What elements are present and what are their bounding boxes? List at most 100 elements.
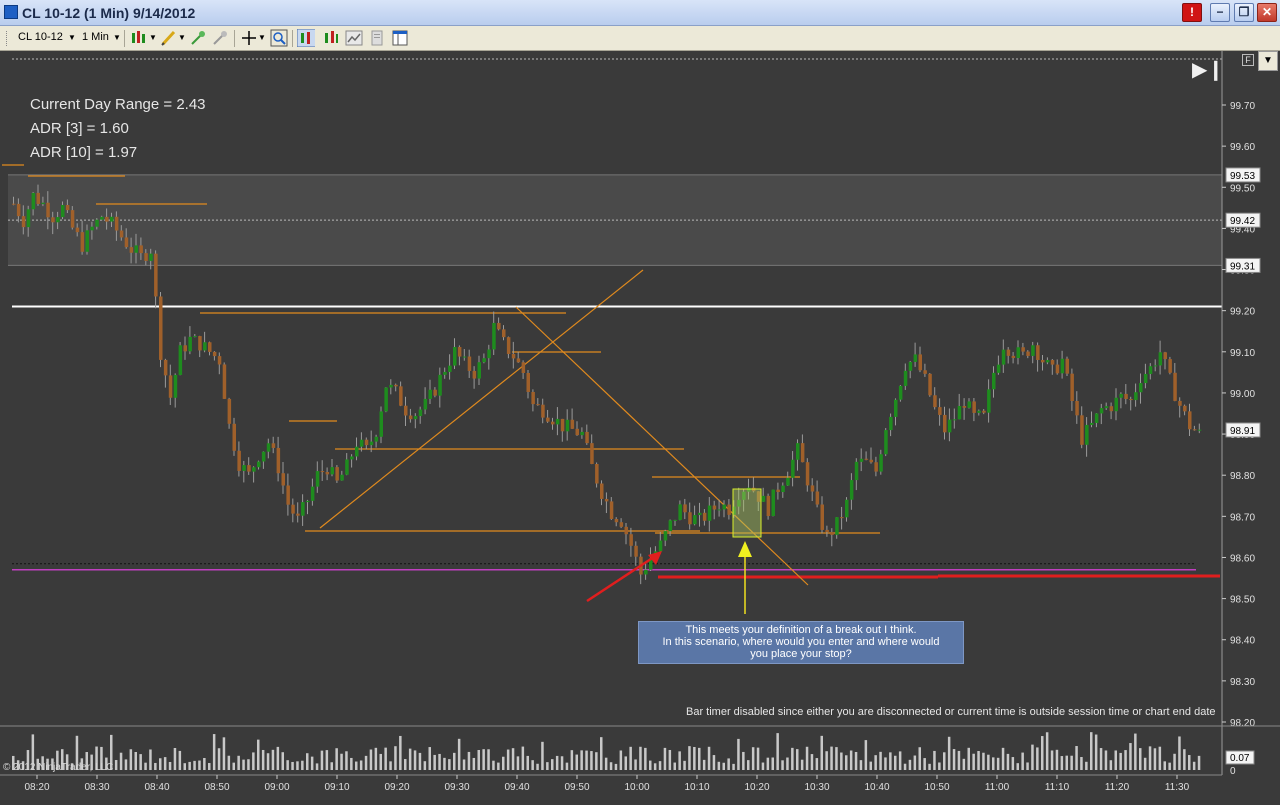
chart-style-icon[interactable] <box>130 29 148 47</box>
volume-bar <box>928 763 931 770</box>
interval-dropdown-icon[interactable]: ▼ <box>113 33 121 42</box>
volume-bar <box>658 761 662 770</box>
candle-body <box>31 192 36 210</box>
volume-bar <box>629 746 632 770</box>
candle-body <box>413 416 418 420</box>
volume-bar <box>320 750 324 770</box>
alert-button[interactable]: ! <box>1182 3 1202 22</box>
candle-body <box>438 374 442 396</box>
annotation-line-2: In this scenario, where would you enter … <box>662 636 940 648</box>
properties-icon[interactable] <box>345 29 363 47</box>
candle-body <box>276 447 281 474</box>
candle-body <box>453 347 457 366</box>
layout-icon[interactable] <box>391 29 409 47</box>
candle-body <box>492 322 496 350</box>
indicator-icon[interactable] <box>189 29 207 47</box>
volume-bar <box>1080 757 1083 770</box>
time-tick-label: 08:40 <box>144 782 169 793</box>
data-box-icon[interactable] <box>297 29 315 47</box>
candle-body <box>364 439 369 446</box>
volume-bar <box>781 760 784 770</box>
volume-bar <box>1060 756 1064 770</box>
candle-body <box>149 253 153 261</box>
candle-body <box>943 414 947 433</box>
zoom-icon[interactable] <box>270 29 288 47</box>
volume-bar <box>217 748 221 770</box>
price-tick-label: 98.20 <box>1230 718 1255 729</box>
volume-bar <box>1050 750 1054 770</box>
volume-bar <box>727 758 730 770</box>
candle-body <box>188 336 192 352</box>
interval-selector[interactable]: 1 Min <box>82 31 109 43</box>
volume-bar <box>570 750 574 770</box>
volume-bar <box>575 754 578 770</box>
candle-body <box>570 419 575 429</box>
candle-body <box>384 387 388 412</box>
volume-bar <box>315 763 319 770</box>
candle-body <box>203 342 207 351</box>
volume-bar <box>580 750 583 770</box>
chart-style-dropdown-icon[interactable]: ▼ <box>149 33 157 42</box>
chart-trader-icon[interactable] <box>322 29 340 47</box>
maximize-button[interactable]: ❐ <box>1234 3 1254 22</box>
toolbar-separator <box>124 30 125 47</box>
candle-body <box>1065 358 1069 374</box>
candle-body <box>1129 399 1133 401</box>
minimize-button[interactable]: − <box>1210 3 1230 22</box>
price-chart[interactable]: 99.7099.6099.5099.4099.3099.2099.1099.00… <box>0 51 1280 800</box>
candle-body <box>972 401 976 413</box>
volume-bar <box>359 760 363 770</box>
candle-body <box>462 356 467 358</box>
candle-body <box>80 232 85 252</box>
volume-bar <box>702 759 706 770</box>
volume-bar <box>923 758 926 770</box>
candle-body <box>394 384 398 387</box>
candle-body <box>1134 392 1138 401</box>
instrument-dropdown-icon[interactable]: ▼ <box>68 33 76 42</box>
volume-bar <box>913 755 917 770</box>
crosshair-icon[interactable] <box>240 29 258 47</box>
price-tick-label: 99.70 <box>1230 101 1255 112</box>
candle-body <box>310 486 315 501</box>
volume-bar <box>815 758 819 770</box>
volume-bar <box>972 753 975 770</box>
volume-bar <box>624 756 627 770</box>
skip-to-end-icon[interactable]: ▶❙ <box>1192 58 1224 82</box>
f-button[interactable]: F <box>1242 54 1254 66</box>
volume-bar <box>879 751 882 770</box>
candle-body <box>281 473 285 486</box>
candle-body <box>624 526 628 535</box>
drawing-dropdown-icon[interactable]: ▼ <box>178 33 186 42</box>
candle-body <box>222 364 227 399</box>
candle-body <box>536 404 540 406</box>
candle-body <box>800 443 805 463</box>
candle-body <box>918 354 922 371</box>
volume-bar <box>673 762 676 770</box>
candle-body <box>1011 355 1016 359</box>
candle-body <box>805 462 810 486</box>
price-tick-label: 98.70 <box>1230 512 1255 523</box>
volume-bar <box>609 762 613 770</box>
time-tick-label: 09:30 <box>444 782 469 793</box>
volume-bar <box>898 751 902 770</box>
candle-body <box>16 203 21 217</box>
print-icon[interactable] <box>368 29 386 47</box>
panel-dropdown-button[interactable]: ▼ <box>1258 51 1278 71</box>
instrument-selector[interactable]: CL 10-12 <box>18 31 63 43</box>
price-tick-label: 98.60 <box>1230 553 1255 564</box>
volume-bar <box>952 749 956 770</box>
candle-body <box>1006 349 1011 356</box>
volume-bar <box>178 750 182 770</box>
candle-body <box>1148 366 1153 374</box>
candle-body <box>389 384 393 388</box>
candle-body <box>894 399 898 417</box>
chart-panel[interactable]: 99.7099.6099.5099.4099.3099.2099.1099.00… <box>0 51 1280 800</box>
toolbar-grip[interactable] <box>6 31 10 46</box>
strategy-icon[interactable] <box>211 29 229 47</box>
crosshair-dropdown-icon[interactable]: ▼ <box>258 33 266 42</box>
close-button[interactable]: ✕ <box>1257 3 1277 22</box>
candle-body <box>1124 393 1128 400</box>
volume-bar <box>536 763 539 770</box>
drawing-tools-icon[interactable] <box>160 29 178 47</box>
volume-bar <box>967 747 970 770</box>
